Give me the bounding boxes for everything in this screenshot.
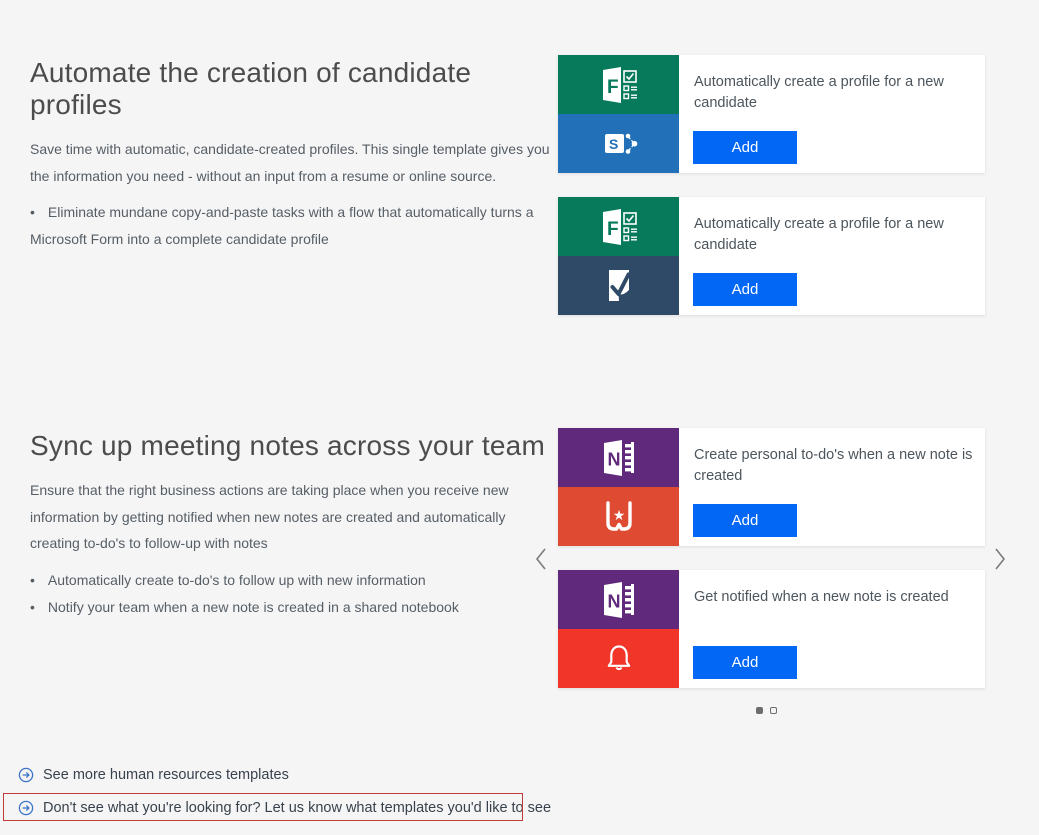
svg-text:★: ★ — [612, 508, 625, 524]
svg-text:S: S — [609, 136, 618, 152]
svg-text:N: N — [607, 449, 620, 469]
add-button[interactable]: Add — [693, 273, 797, 306]
template-card[interactable]: N Get notified when a new note is create… — [558, 570, 985, 688]
arrow-circle-icon — [18, 767, 34, 783]
microsoft-forms-icon: F — [558, 55, 679, 114]
carousel-dots — [756, 707, 777, 714]
request-template-label: Don't see what you're looking for? Let u… — [43, 800, 551, 816]
chevron-left-icon[interactable] — [533, 547, 549, 571]
section-candidate-profiles: Automate the creation of candidate profi… — [30, 57, 550, 253]
bullet-item: Eliminate mundane copy-and-paste tasks w… — [30, 199, 550, 253]
onenote-icon: N — [558, 570, 679, 629]
template-card[interactable]: F Automatically create — [558, 197, 985, 315]
wunderlist-icon: ★ — [558, 487, 679, 546]
bullet-item: Notify your team when a new note is crea… — [30, 594, 550, 621]
microsoft-forms-icon: F — [558, 197, 679, 256]
template-description: Automatically create a profile for a new… — [694, 72, 974, 114]
template-description: Automatically create a profile for a new… — [694, 214, 974, 256]
section-bullets: Automatically create to-do's to follow u… — [30, 567, 550, 621]
template-description: Get notified when a new note is created — [694, 587, 974, 608]
add-button[interactable]: Add — [693, 646, 797, 679]
template-card[interactable]: N ★ Create personal to-do's when a new n… — [558, 428, 985, 546]
svg-text:N: N — [607, 591, 620, 611]
template-description: Create personal to-do's when a new note … — [694, 445, 974, 487]
notifications-bell-icon — [558, 629, 679, 688]
onenote-icon: N — [558, 428, 679, 487]
carousel-dot-inactive[interactable] — [770, 707, 777, 714]
card-icons: F — [558, 197, 679, 315]
svg-text:F: F — [607, 77, 619, 98]
chevron-right-icon[interactable] — [992, 547, 1008, 571]
request-template-link[interactable]: Don't see what you're looking for? Let u… — [18, 800, 551, 816]
card-icons: N — [558, 570, 679, 688]
templates-page: Automate the creation of candidate profi… — [0, 0, 1039, 835]
add-button[interactable]: Add — [693, 504, 797, 537]
section-description: Save time with automatic, candidate-crea… — [30, 136, 550, 189]
sharepoint-icon: S — [558, 114, 679, 173]
section-bullets: Eliminate mundane copy-and-paste tasks w… — [30, 199, 550, 253]
template-card[interactable]: F S — [558, 55, 985, 173]
see-more-templates-link[interactable]: See more human resources templates — [18, 767, 289, 783]
svg-text:F: F — [607, 219, 619, 240]
carousel-dot-active[interactable] — [756, 707, 763, 714]
section-meeting-notes: Sync up meeting notes across your team E… — [30, 430, 550, 621]
see-more-templates-label: See more human resources templates — [43, 767, 289, 783]
section-heading: Sync up meeting notes across your team — [30, 430, 550, 462]
card-icons: N ★ — [558, 428, 679, 546]
smartsheet-icon — [558, 256, 679, 315]
bullet-item: Automatically create to-do's to follow u… — [30, 567, 550, 594]
arrow-circle-icon — [18, 800, 34, 816]
section-heading: Automate the creation of candidate profi… — [30, 57, 550, 121]
add-button[interactable]: Add — [693, 131, 797, 164]
card-icons: F S — [558, 55, 679, 173]
section-description: Ensure that the right business actions a… — [30, 477, 550, 557]
